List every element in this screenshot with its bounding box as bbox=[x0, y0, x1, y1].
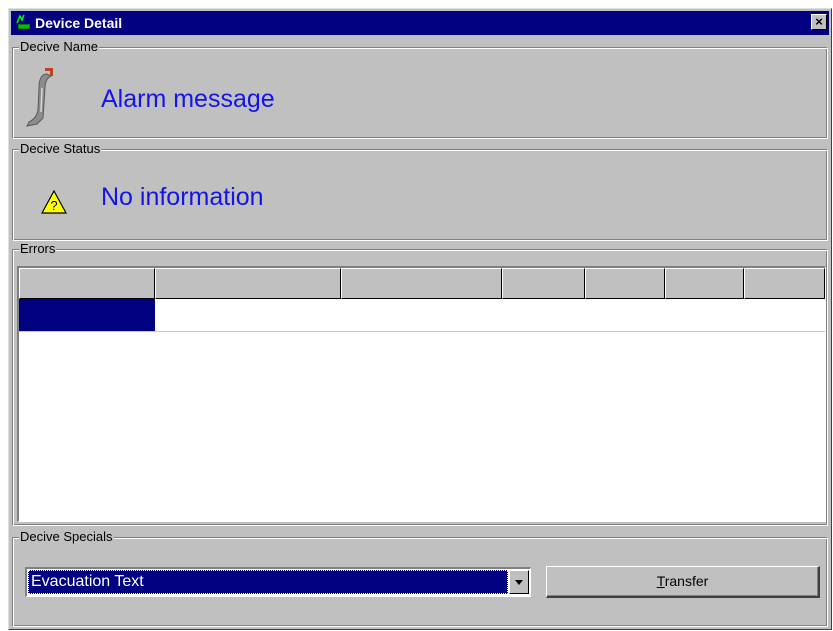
window-title: Device Detail bbox=[35, 15, 123, 31]
svg-text:?: ? bbox=[50, 198, 57, 213]
warning-icon: ? bbox=[41, 190, 67, 214]
transfer-label: ransfer bbox=[664, 573, 709, 589]
errors-grid[interactable] bbox=[17, 266, 826, 522]
errors-grid-header bbox=[19, 268, 825, 299]
app-icon bbox=[16, 14, 30, 29]
column-header[interactable] bbox=[155, 268, 341, 299]
close-icon: × bbox=[815, 14, 823, 29]
column-header[interactable] bbox=[665, 268, 744, 299]
table-row-selected-cell[interactable] bbox=[19, 299, 155, 331]
chevron-down-icon[interactable] bbox=[509, 570, 529, 594]
device-detail-window: Device Detail × Decive Name Alarm messag… bbox=[8, 8, 832, 630]
transfer-button[interactable]: Transfer bbox=[546, 566, 820, 598]
specials-select[interactable]: Evacuation Text bbox=[25, 567, 531, 597]
transfer-accelerator: T bbox=[656, 573, 665, 589]
specials-select-value[interactable]: Evacuation Text bbox=[28, 570, 508, 594]
column-header[interactable] bbox=[341, 268, 502, 299]
title-bar[interactable]: Device Detail × bbox=[11, 11, 829, 35]
table-row-divider bbox=[19, 331, 825, 332]
device-status-value: No information bbox=[101, 183, 264, 211]
device-name-value: Alarm message bbox=[101, 85, 275, 113]
device-detector-icon bbox=[26, 68, 53, 127]
errors-label: Errors bbox=[19, 241, 57, 257]
column-header[interactable] bbox=[19, 268, 155, 299]
device-specials-label: Decive Specials bbox=[19, 529, 114, 545]
close-button[interactable]: × bbox=[811, 14, 827, 30]
column-header[interactable] bbox=[744, 268, 825, 299]
column-header[interactable] bbox=[585, 268, 665, 299]
device-status-label: Decive Status bbox=[19, 141, 102, 157]
device-status-group: Decive Status ? No information bbox=[12, 141, 828, 241]
column-header[interactable] bbox=[502, 268, 585, 299]
device-name-label: Decive Name bbox=[19, 39, 100, 55]
device-name-group: Decive Name Alarm message bbox=[12, 39, 828, 139]
